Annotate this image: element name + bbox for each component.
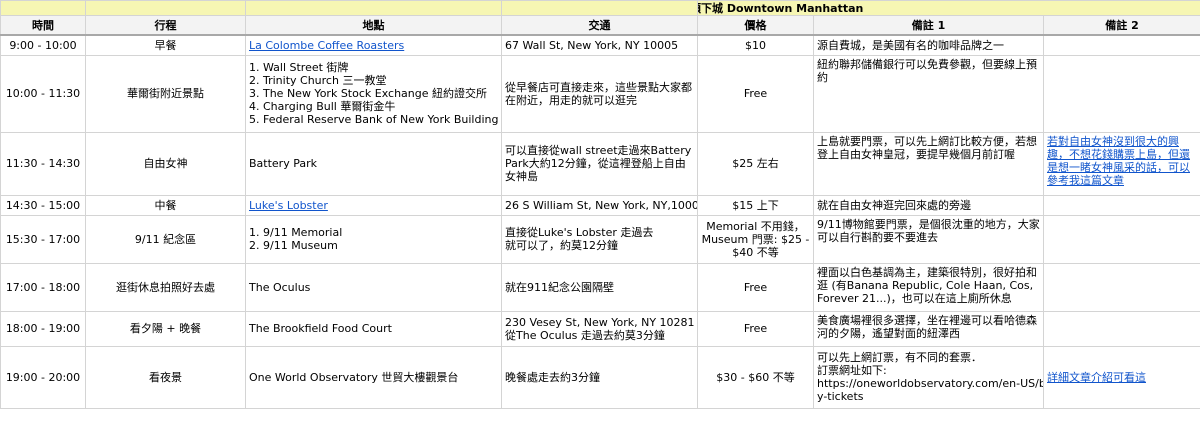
note2-cell[interactable] bbox=[1042, 54, 1200, 133]
note1-line: 可以先上網訂票，有不同的套票． bbox=[817, 351, 982, 364]
section-title-cell[interactable]: 曼哈頓下城 Downtown Manhattan bbox=[696, 0, 1200, 16]
price-cell[interactable]: $10 bbox=[697, 34, 814, 56]
price-cell[interactable]: Free bbox=[697, 262, 814, 312]
note2-cell[interactable] bbox=[1042, 194, 1200, 216]
note2-cell[interactable] bbox=[1042, 34, 1200, 56]
time-cell[interactable]: 9:00 - 10:00 bbox=[0, 34, 86, 56]
table-row: 15:30 - 17:00 9/11 紀念區 1. 9/11 Memorial … bbox=[0, 214, 1200, 264]
section-title-row: 曼哈頓下城 Downtown Manhattan bbox=[0, 0, 1200, 16]
price-cell[interactable]: $15 上下 bbox=[697, 194, 814, 216]
note1-cell[interactable]: 源自費城，是美國有名的咖啡品牌之一 bbox=[813, 34, 1044, 56]
note1-cell[interactable]: 美食廣場裡很多選擇，坐在裡邊可以看哈德森河的夕陽，遙望對面的紐澤西 bbox=[813, 310, 1044, 347]
activity-cell[interactable]: 看夕陽 + 晚餐 bbox=[85, 310, 246, 347]
article-link[interactable]: 若對自由女神沒到很大的興趣，不想花錢購票上島，但還是想一睹女神風采的話，可以參考… bbox=[1047, 135, 1190, 187]
place-line: 1. 9/11 Memorial bbox=[249, 226, 343, 239]
activity-cell[interactable]: 看夜景 bbox=[85, 345, 246, 409]
transport-line: 直接從Luke's Lobster 走過去 bbox=[505, 226, 654, 239]
price-cell[interactable]: $25 左右 bbox=[697, 131, 814, 196]
price-cell[interactable]: Free bbox=[697, 54, 814, 133]
place-cell[interactable]: One World Observatory 世貿大樓觀景台 bbox=[245, 345, 502, 409]
place-line: 4. Charging Bull 華爾街金牛 bbox=[249, 100, 396, 113]
time-cell[interactable]: 15:30 - 17:00 bbox=[0, 214, 86, 264]
header-place[interactable]: 地點 bbox=[245, 15, 502, 36]
activity-cell[interactable]: 中餐 bbox=[85, 194, 246, 216]
place-line: 2. Trinity Church 三一教堂 bbox=[249, 74, 387, 87]
article-link[interactable]: 詳細文章介紹可看這 bbox=[1047, 371, 1146, 384]
transport-cell[interactable]: 晚餐處走去約3分鐘 bbox=[501, 345, 698, 409]
table-row: 14:30 - 15:00 中餐 Luke's Lobster 26 S Wil… bbox=[0, 194, 1200, 216]
table-row: 17:00 - 18:00 逛街休息拍照好去處 The Oculus 就在911… bbox=[0, 262, 1200, 312]
header-note2[interactable]: 備註 2 bbox=[1042, 15, 1200, 36]
transport-cell[interactable]: 直接從Luke's Lobster 走過去 就可以了，約莫12分鐘 bbox=[501, 214, 698, 264]
activity-cell[interactable]: 9/11 紀念區 bbox=[85, 214, 246, 264]
activity-cell[interactable]: 華爾街附近景點 bbox=[85, 54, 246, 133]
note1-line: 訂票網址如下: bbox=[817, 364, 887, 377]
note1-cell[interactable]: 就在自由女神逛完回來處的旁邊 bbox=[813, 194, 1044, 216]
place-cell[interactable]: 1. 9/11 Memorial 2. 9/11 Museum bbox=[245, 214, 502, 264]
transport-cell[interactable]: 從早餐店可直接走來，這些景點大家都在附近，用走的就可以逛完 bbox=[501, 54, 698, 133]
price-cell[interactable]: Memorial 不用錢，Museum 門票: $25 - $40 不等 bbox=[697, 214, 814, 264]
note1-line: y-tickets bbox=[817, 390, 864, 403]
table-row: 11:30 - 14:30 自由女神 Battery Park 可以直接從wal… bbox=[0, 131, 1200, 196]
note2-cell[interactable] bbox=[1042, 214, 1200, 264]
header-transport[interactable]: 交通 bbox=[501, 15, 698, 36]
activity-cell[interactable]: 早餐 bbox=[85, 34, 246, 56]
place-link[interactable]: La Colombe Coffee Roasters bbox=[249, 39, 404, 52]
note1-cell[interactable]: 紐約聯邦儲備銀行可以免費參觀，但要線上預約 bbox=[813, 54, 1044, 133]
place-line: 5. Federal Reserve Bank of New York Buil… bbox=[249, 113, 502, 126]
table-row: 19:00 - 20:00 看夜景 One World Observatory … bbox=[0, 345, 1200, 409]
place-cell[interactable]: The Oculus bbox=[245, 262, 502, 312]
note1-cell[interactable]: 9/11博物館要門票，是個很沈重的地方，大家可以自行斟酌要不要進去 bbox=[813, 214, 1044, 264]
itinerary-sheet: 曼哈頓下城 Downtown Manhattan 時間 行程 地點 交通 價格 … bbox=[0, 0, 1200, 409]
note1-line: https://oneworldobservatory.com/en-US/bu bbox=[817, 377, 1044, 390]
time-cell[interactable]: 11:30 - 14:30 bbox=[0, 131, 86, 196]
place-cell[interactable]: Luke's Lobster bbox=[245, 194, 502, 216]
time-cell[interactable]: 18:00 - 19:00 bbox=[0, 310, 86, 347]
place-line: 2. 9/11 Museum bbox=[249, 239, 338, 252]
note1-cell[interactable]: 裡面以白色基調為主，建築很特別，很好拍和逛 (有Banana Republic,… bbox=[813, 262, 1044, 312]
place-line: 1. Wall Street 街牌 bbox=[249, 61, 349, 74]
place-cell[interactable]: La Colombe Coffee Roasters bbox=[245, 34, 502, 56]
note2-cell[interactable] bbox=[1042, 310, 1200, 347]
title-blank-cell[interactable] bbox=[245, 0, 502, 16]
time-cell[interactable]: 10:00 - 11:30 bbox=[0, 54, 86, 133]
header-note1[interactable]: 備註 1 bbox=[813, 15, 1044, 36]
note2-cell[interactable]: 若對自由女神沒到很大的興趣，不想花錢購票上島，但還是想一睹女神風采的話，可以參考… bbox=[1042, 131, 1200, 196]
transport-cell[interactable]: 230 Vesey St, New York, NY 10281 從The Oc… bbox=[501, 310, 698, 347]
price-cell[interactable]: Free bbox=[697, 310, 814, 347]
transport-cell[interactable]: 可以直接從wall street走過來Battery Park大約12分鐘，從這… bbox=[501, 131, 698, 196]
note1-cell[interactable]: 上島就要門票，可以先上網訂比較方便，若想登上自由女神皇冠，要提早幾個月前訂喔 bbox=[813, 131, 1044, 196]
transport-line: 230 Vesey St, New York, NY 10281 bbox=[505, 315, 695, 329]
place-cell[interactable]: The Brookfield Food Court bbox=[245, 310, 502, 347]
header-row: 時間 行程 地點 交通 價格 備註 1 備註 2 bbox=[0, 15, 1200, 36]
header-price[interactable]: 價格 bbox=[697, 15, 814, 36]
transport-line: 就可以了，約莫12分鐘 bbox=[505, 239, 618, 252]
time-cell[interactable]: 19:00 - 20:00 bbox=[0, 345, 86, 409]
place-cell[interactable]: 1. Wall Street 街牌 2. Trinity Church 三一教堂… bbox=[245, 54, 502, 133]
time-cell[interactable]: 14:30 - 15:00 bbox=[0, 194, 86, 216]
title-blank-cell[interactable] bbox=[0, 0, 86, 16]
title-blank-cell[interactable] bbox=[501, 0, 698, 16]
header-time[interactable]: 時間 bbox=[0, 15, 86, 36]
transport-cell[interactable]: 26 S William St, New York, NY,10004 bbox=[501, 194, 698, 216]
transport-line: 從The Oculus 走過去約莫3分鐘 bbox=[505, 328, 665, 342]
section-title: 曼哈頓下城 Downtown Manhattan bbox=[699, 1, 864, 15]
table-row: 18:00 - 19:00 看夕陽 + 晚餐 The Brookfield Fo… bbox=[0, 310, 1200, 347]
header-activity[interactable]: 行程 bbox=[85, 15, 246, 36]
note1-cell[interactable]: 可以先上網訂票，有不同的套票． 訂票網址如下: https://oneworld… bbox=[813, 345, 1044, 409]
title-blank-cell[interactable] bbox=[85, 0, 246, 16]
table-row: 9:00 - 10:00 早餐 La Colombe Coffee Roaste… bbox=[0, 34, 1200, 56]
transport-cell[interactable]: 就在911紀念公園隔壁 bbox=[501, 262, 698, 312]
table-row: 10:00 - 11:30 華爾街附近景點 1. Wall Street 街牌 … bbox=[0, 54, 1200, 133]
place-line: 3. The New York Stock Exchange 紐約證交所 bbox=[249, 87, 487, 100]
transport-cell[interactable]: 67 Wall St, New York, NY 10005 bbox=[501, 34, 698, 56]
activity-cell[interactable]: 逛街休息拍照好去處 bbox=[85, 262, 246, 312]
note2-cell[interactable]: 詳細文章介紹可看這 bbox=[1042, 345, 1200, 409]
place-cell[interactable]: Battery Park bbox=[245, 131, 502, 196]
note2-cell[interactable] bbox=[1042, 262, 1200, 312]
activity-cell[interactable]: 自由女神 bbox=[85, 131, 246, 196]
price-cell[interactable]: $30 - $60 不等 bbox=[697, 345, 814, 409]
place-link[interactable]: Luke's Lobster bbox=[249, 199, 328, 212]
time-cell[interactable]: 17:00 - 18:00 bbox=[0, 262, 86, 312]
